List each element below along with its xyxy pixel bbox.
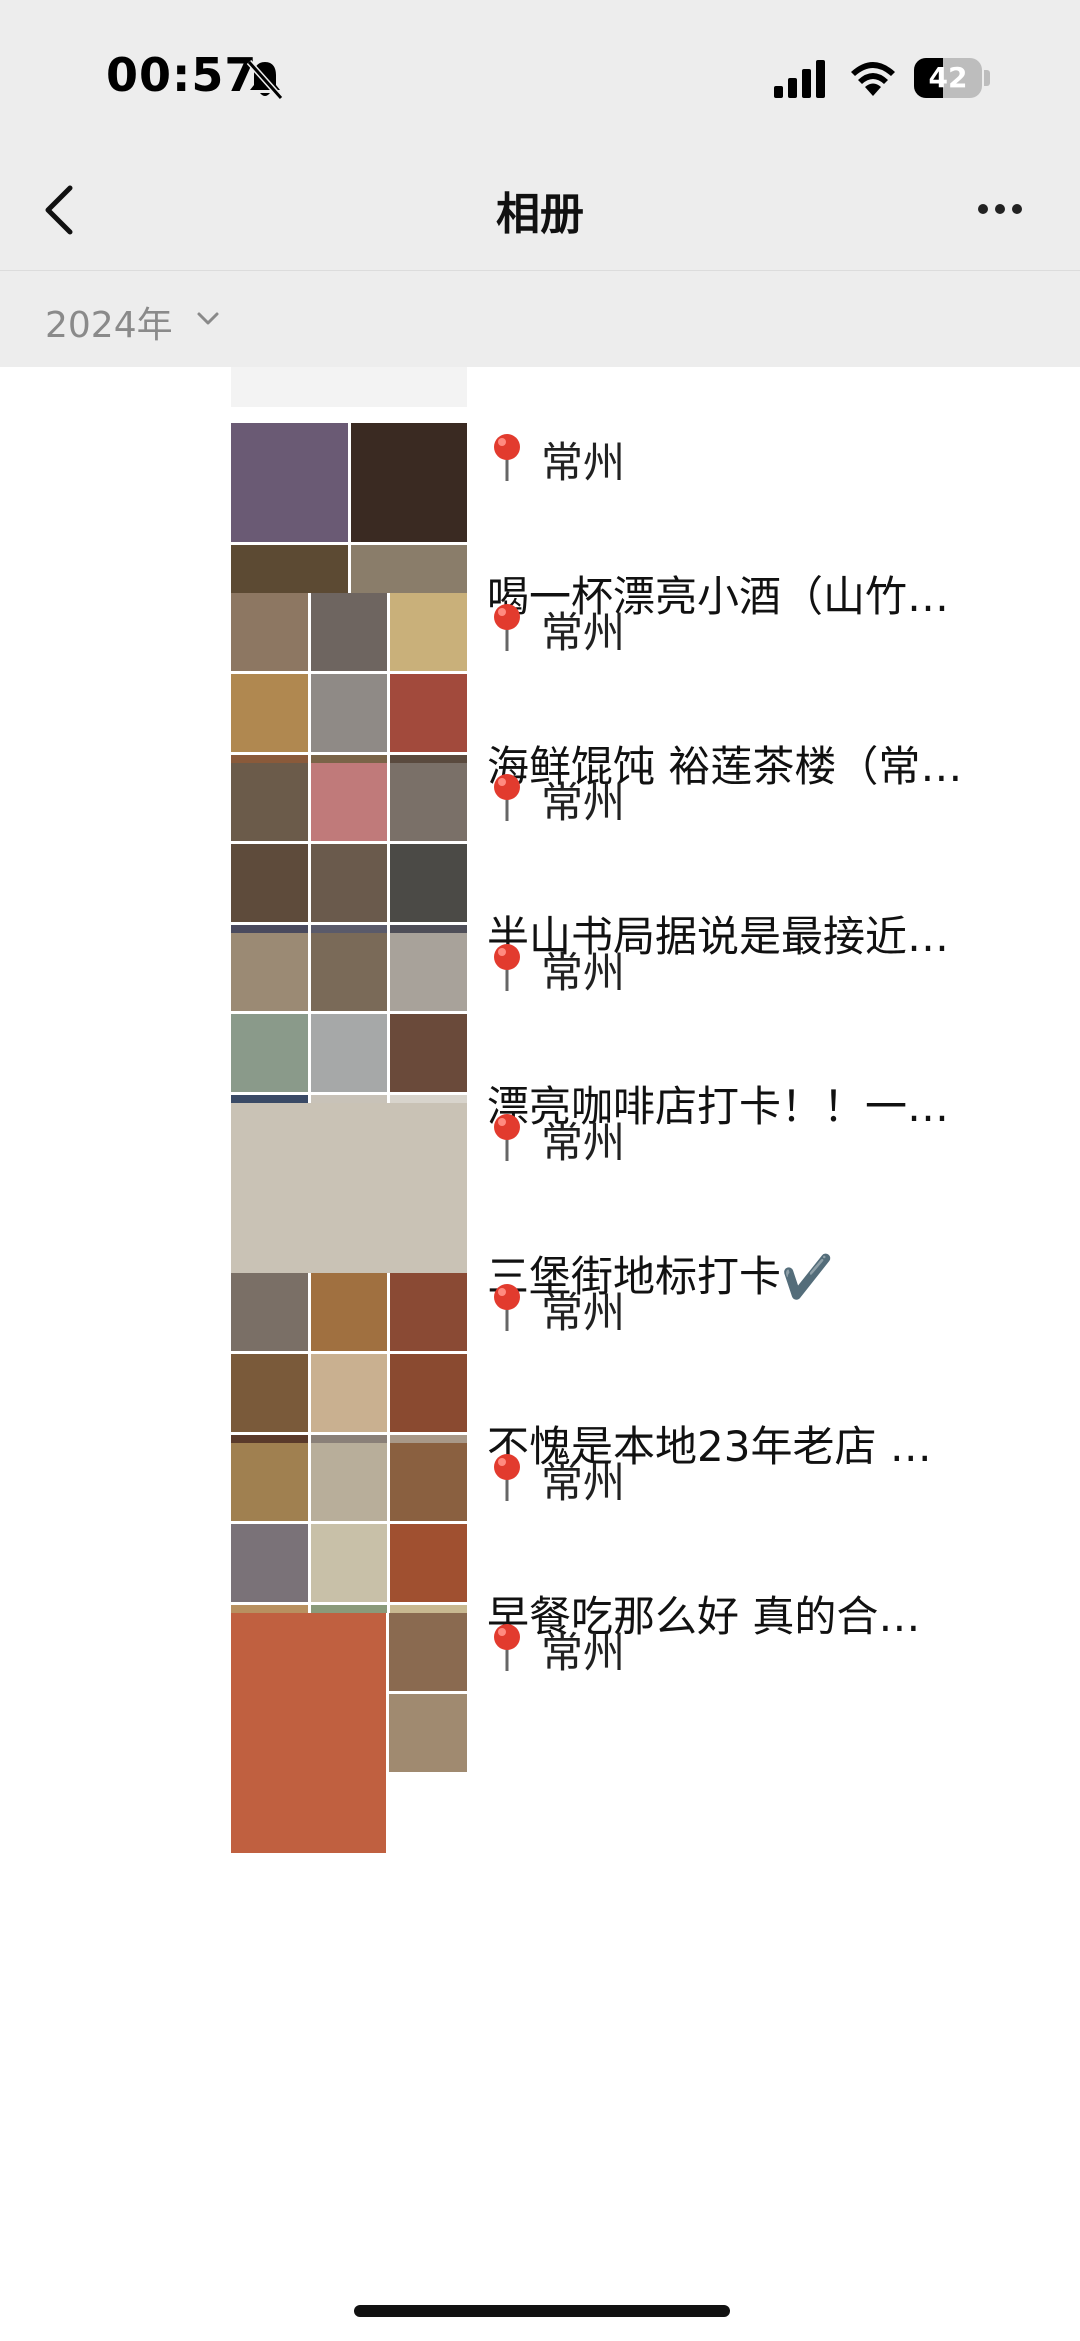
photo-tile	[231, 1014, 308, 1092]
photo-tile	[390, 1524, 467, 1602]
location-label: 常州	[541, 1628, 626, 1677]
photo-tile	[231, 1354, 308, 1432]
more-options-button[interactable]	[970, 188, 1030, 228]
battery-tip	[984, 70, 990, 86]
clock: 00:57	[106, 48, 258, 102]
location-pin-icon	[489, 1111, 525, 1163]
photo-tile	[231, 1613, 387, 1853]
wifi-icon	[851, 62, 895, 96]
photo-tile	[390, 1273, 467, 1351]
home-indicator	[354, 2305, 730, 2317]
photo-tile	[310, 593, 388, 671]
photo-tile	[310, 933, 388, 1011]
photo-tile	[389, 1694, 467, 1772]
location-pin-icon	[489, 431, 525, 483]
location-pin-icon	[489, 1451, 525, 1503]
photo-tile	[390, 763, 467, 841]
location-pin-icon	[489, 601, 525, 653]
location-label: 常州	[541, 1288, 626, 1337]
battery-indicator: 42	[914, 58, 982, 98]
photo-tile	[310, 763, 388, 841]
location-label: 常州	[541, 948, 626, 997]
photo-tile	[310, 1524, 388, 1602]
photo-tile	[231, 844, 308, 922]
photo-tile	[310, 1014, 388, 1092]
photo-tile	[310, 1354, 388, 1432]
photo-tile	[231, 423, 348, 542]
photo-tile	[389, 1613, 467, 1691]
photo-tile	[390, 933, 467, 1011]
photo-tile	[231, 593, 308, 671]
location-label: 常州	[541, 1118, 626, 1167]
location-label: 常州	[541, 438, 626, 487]
photo-tile	[390, 674, 467, 752]
location-pin-icon	[489, 1281, 525, 1333]
photo-tile	[231, 933, 308, 1011]
chevron-down-icon[interactable]	[194, 306, 222, 330]
location-pin-icon	[489, 1621, 525, 1673]
photo-tile	[310, 1443, 388, 1521]
album-post[interactable]: 常州	[231, 1613, 1031, 1853]
year-filter-label[interactable]: 2024年	[45, 296, 173, 348]
partial-thumbnail[interactable]	[231, 367, 467, 407]
more-dot-icon	[1012, 204, 1022, 214]
battery-level: 42	[928, 61, 968, 94]
photo-tile	[390, 1354, 467, 1432]
location-pin-icon	[489, 771, 525, 823]
cellular-signal-icon	[774, 60, 825, 98]
photo-tile	[310, 1273, 388, 1351]
photo-tile	[310, 844, 388, 922]
photo-tile	[390, 1443, 467, 1521]
more-dot-icon	[978, 204, 988, 214]
more-dot-icon	[995, 204, 1005, 214]
photo-tile	[390, 844, 467, 922]
bell-muted-icon	[246, 60, 284, 100]
location-label: 常州	[541, 778, 626, 827]
post-thumbnail[interactable]	[231, 1613, 467, 1853]
location-pin-icon	[489, 941, 525, 993]
location-label: 常州	[541, 1458, 626, 1507]
photo-tile	[231, 1443, 308, 1521]
photo-tile	[350, 423, 467, 542]
location-label: 常州	[541, 608, 626, 657]
photo-tile	[390, 593, 467, 671]
photo-tile	[310, 674, 388, 752]
page-title: 相册	[496, 189, 584, 240]
photo-tile	[231, 1524, 308, 1602]
photo-tile	[390, 1014, 467, 1092]
photo-tile	[231, 763, 308, 841]
photo-tile	[231, 674, 308, 752]
photo-tile	[231, 1273, 308, 1351]
album-feed[interactable]: 常州 喝一杯漂亮小酒（山竹… 常州 海鲜馄饨 裕莲茶楼（常… 常州 半山书局据说是最接近……	[0, 367, 1080, 2341]
